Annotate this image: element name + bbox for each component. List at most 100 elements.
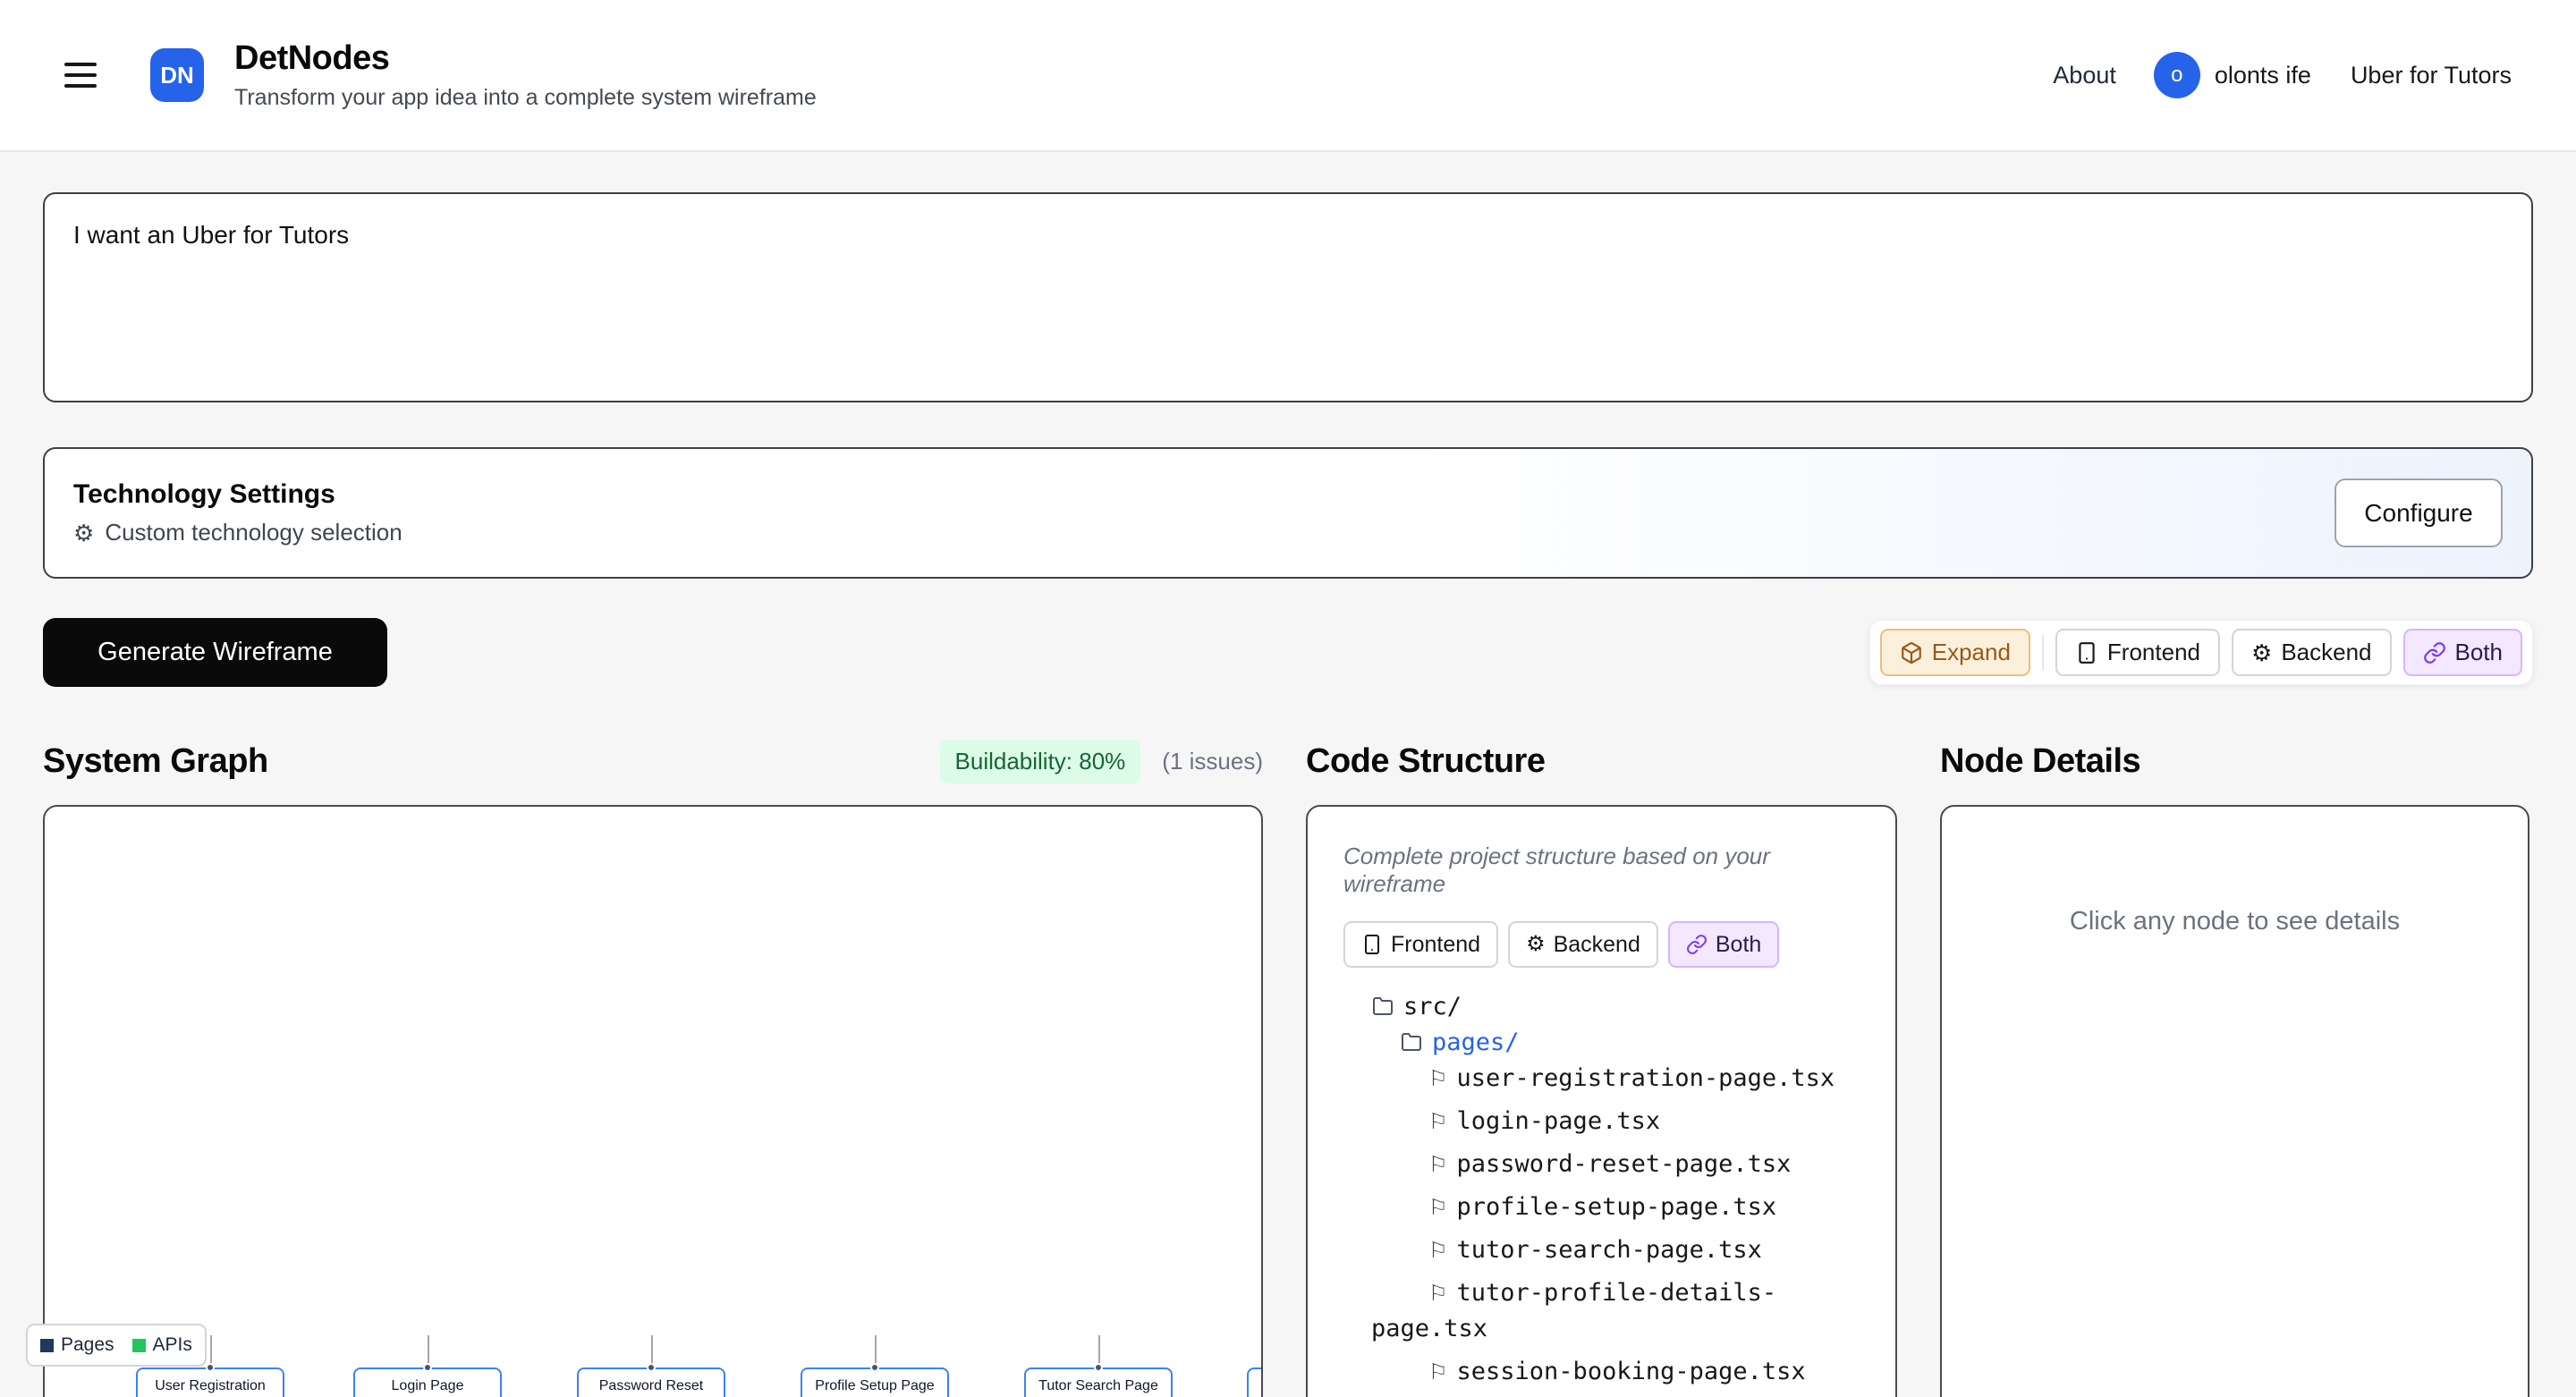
node-handle-dot — [647, 1363, 656, 1372]
folder-icon — [1371, 995, 1394, 1017]
tree-files: ⚐user-registration-page.tsx ⚐login-page.… — [1343, 1061, 1860, 1397]
tree-file-row[interactable]: ⚐ password-reset-page.tsx — [1343, 1147, 1860, 1182]
expand-label: Expand — [1932, 639, 2011, 666]
system-graph-header: System Graph Buildability: 80% (1 issues… — [43, 741, 1263, 782]
file-name: password-reset-page.tsx — [1457, 1150, 1792, 1178]
code-structure-tabs: Frontend ⚙ Backend Both — [1343, 921, 1860, 968]
file-name: user-registration-page.tsx — [1457, 1064, 1835, 1092]
tab-frontend[interactable]: Frontend — [1343, 921, 1498, 968]
action-row: Generate Wireframe Expand Frontend ⚙ Bac… — [43, 618, 2533, 687]
gear-icon: ⚙ — [1526, 934, 1546, 955]
hamburger-menu-icon[interactable] — [64, 63, 100, 88]
file-flag-icon: ⚐ — [1428, 1359, 1448, 1384]
node-handle-dot — [206, 1363, 215, 1372]
tree-file-row[interactable]: ⚐login-page.tsx — [1343, 1104, 1860, 1139]
nav-about-link[interactable]: About — [2053, 62, 2116, 89]
file-name: login-page.tsx — [1457, 1107, 1661, 1135]
buildability-badge: Buildability: 80% — [940, 740, 1141, 783]
issues-label: (1 issues) — [1162, 748, 1263, 775]
expand-button[interactable]: Expand — [1880, 629, 2030, 676]
system-graph-title: System Graph — [43, 742, 268, 781]
tree-file-row[interactable]: ⚐tutor-profile-details-page.tsx — [1343, 1275, 1860, 1347]
legend-label: APIs — [153, 1334, 192, 1356]
node-details-empty-state: Click any node to see details — [1942, 907, 2528, 936]
link-icon — [2423, 641, 2446, 665]
avatar-initial: o — [2171, 63, 2182, 88]
tree-file-row[interactable]: ⚐ user-registration-page.tsx — [1343, 1061, 1860, 1096]
configure-button[interactable]: Configure — [2334, 478, 2503, 547]
page-subtitle: Transform your app idea into a complete … — [234, 85, 817, 111]
user-name: olonts ife — [2215, 62, 2311, 89]
file-name: session-booking-page.tsx — [1457, 1358, 1806, 1385]
backend-view-button[interactable]: ⚙ Backend — [2232, 629, 2392, 676]
columns-grid: System Graph Buildability: 80% (1 issues… — [43, 741, 2533, 1397]
tab-frontend-label: Frontend — [1391, 932, 1480, 958]
file-flag-icon: ⚐ — [1428, 1152, 1448, 1177]
file-tree: src/ pages/ ⚐user-registration-page.tsx … — [1343, 989, 1860, 1397]
page-title: DetNodes — [234, 39, 817, 78]
avatar[interactable]: o — [2154, 52, 2200, 98]
tab-backend-label: Backend — [1554, 932, 1640, 958]
tree-folder-pages[interactable]: pages/ — [1343, 1025, 1860, 1061]
toolbar-divider — [2042, 635, 2044, 671]
app-idea-input[interactable]: I want an Uber for Tutors — [43, 192, 2533, 402]
technology-settings-panel: Technology Settings ⚙ Custom technology … — [43, 447, 2533, 579]
legend-item: Pages — [40, 1334, 114, 1356]
link-icon — [1686, 934, 1707, 955]
tab-both[interactable]: Both — [1668, 921, 1779, 968]
view-toolbar: Expand Frontend ⚙ Backend Both — [1869, 620, 2533, 685]
graph-node[interactable]: Password Reset — [577, 1367, 725, 1397]
both-label: Both — [2455, 639, 2504, 666]
box-icon — [1900, 641, 1923, 665]
code-structure-panel: Complete project structure based on your… — [1306, 805, 1897, 1397]
file-name: profile-setup-page.tsx — [1457, 1193, 1777, 1221]
tab-backend[interactable]: ⚙ Backend — [1508, 921, 1658, 968]
technology-settings-subtitle: Custom technology selection — [105, 519, 402, 546]
graph-node[interactable] — [1247, 1367, 1261, 1397]
smartphone-icon — [2075, 641, 2098, 665]
file-flag-icon: ⚐ — [1428, 1066, 1448, 1091]
graph-node[interactable]: User Registration — [136, 1367, 284, 1397]
tree-file-row[interactable]: ⚐ profile-setup-page.tsx — [1343, 1190, 1860, 1225]
legend-swatch — [132, 1339, 146, 1352]
tree-file-row[interactable]: ⚐ session-booking-page.tsx — [1343, 1354, 1860, 1390]
app-logo: DN — [150, 48, 204, 102]
node-details-title: Node Details — [1940, 742, 2140, 781]
file-name: tutor-search-page.tsx — [1457, 1236, 1762, 1264]
logo-text: DN — [160, 62, 194, 89]
code-structure-description: Complete project structure based on your… — [1343, 842, 1860, 898]
legend-label: Pages — [61, 1334, 114, 1356]
file-flag-icon: ⚐ — [1428, 1195, 1448, 1220]
graph-node[interactable]: Login Page — [353, 1367, 502, 1397]
frontend-label: Frontend — [2107, 639, 2200, 666]
graph-canvas[interactable]: User Registration Login Page Password Re… — [45, 807, 1261, 1397]
folder-name-src: src/ — [1403, 993, 1462, 1020]
tree-file-row[interactable]: ⚐ tutor-search-page.tsx — [1343, 1232, 1860, 1268]
title-block: DetNodes Transform your app idea into a … — [234, 39, 817, 111]
technology-settings-text: Technology Settings ⚙ Custom technology … — [73, 479, 402, 546]
legend-swatch — [40, 1339, 54, 1352]
app-header: DN DetNodes Transform your app idea into… — [0, 0, 2576, 152]
gear-icon: ⚙ — [73, 521, 94, 545]
graph-legend: Pages APIs — [26, 1324, 207, 1367]
gear-icon: ⚙ — [2251, 641, 2272, 665]
generate-wireframe-button[interactable]: Generate Wireframe — [43, 618, 387, 687]
system-graph-panel: User Registration Login Page Password Re… — [43, 805, 1263, 1397]
graph-node[interactable]: Profile Setup Page — [801, 1367, 949, 1397]
file-flag-icon: ⚐ — [1428, 1281, 1448, 1306]
graph-node[interactable]: Tutor Search Page — [1024, 1367, 1173, 1397]
frontend-view-button[interactable]: Frontend — [2055, 629, 2220, 676]
both-view-button[interactable]: Both — [2403, 629, 2523, 676]
folder-name-pages: pages/ — [1432, 1029, 1520, 1056]
node-label[interactable] — [1247, 1367, 1261, 1397]
tree-folder-src[interactable]: src/ — [1343, 989, 1860, 1025]
folder-icon — [1400, 1031, 1423, 1053]
header-nav: About o olonts ife Uber for Tutors — [2053, 52, 2512, 98]
current-project-name: Uber for Tutors — [2351, 62, 2512, 89]
node-details-panel: Click any node to see details — [1940, 805, 2529, 1397]
node-details-header: Node Details — [1940, 741, 2529, 782]
code-structure-title: Code Structure — [1306, 742, 1545, 781]
file-flag-icon: ⚐ — [1428, 1238, 1448, 1263]
backend-label: Backend — [2281, 639, 2371, 666]
legend-item: APIs — [132, 1334, 192, 1356]
